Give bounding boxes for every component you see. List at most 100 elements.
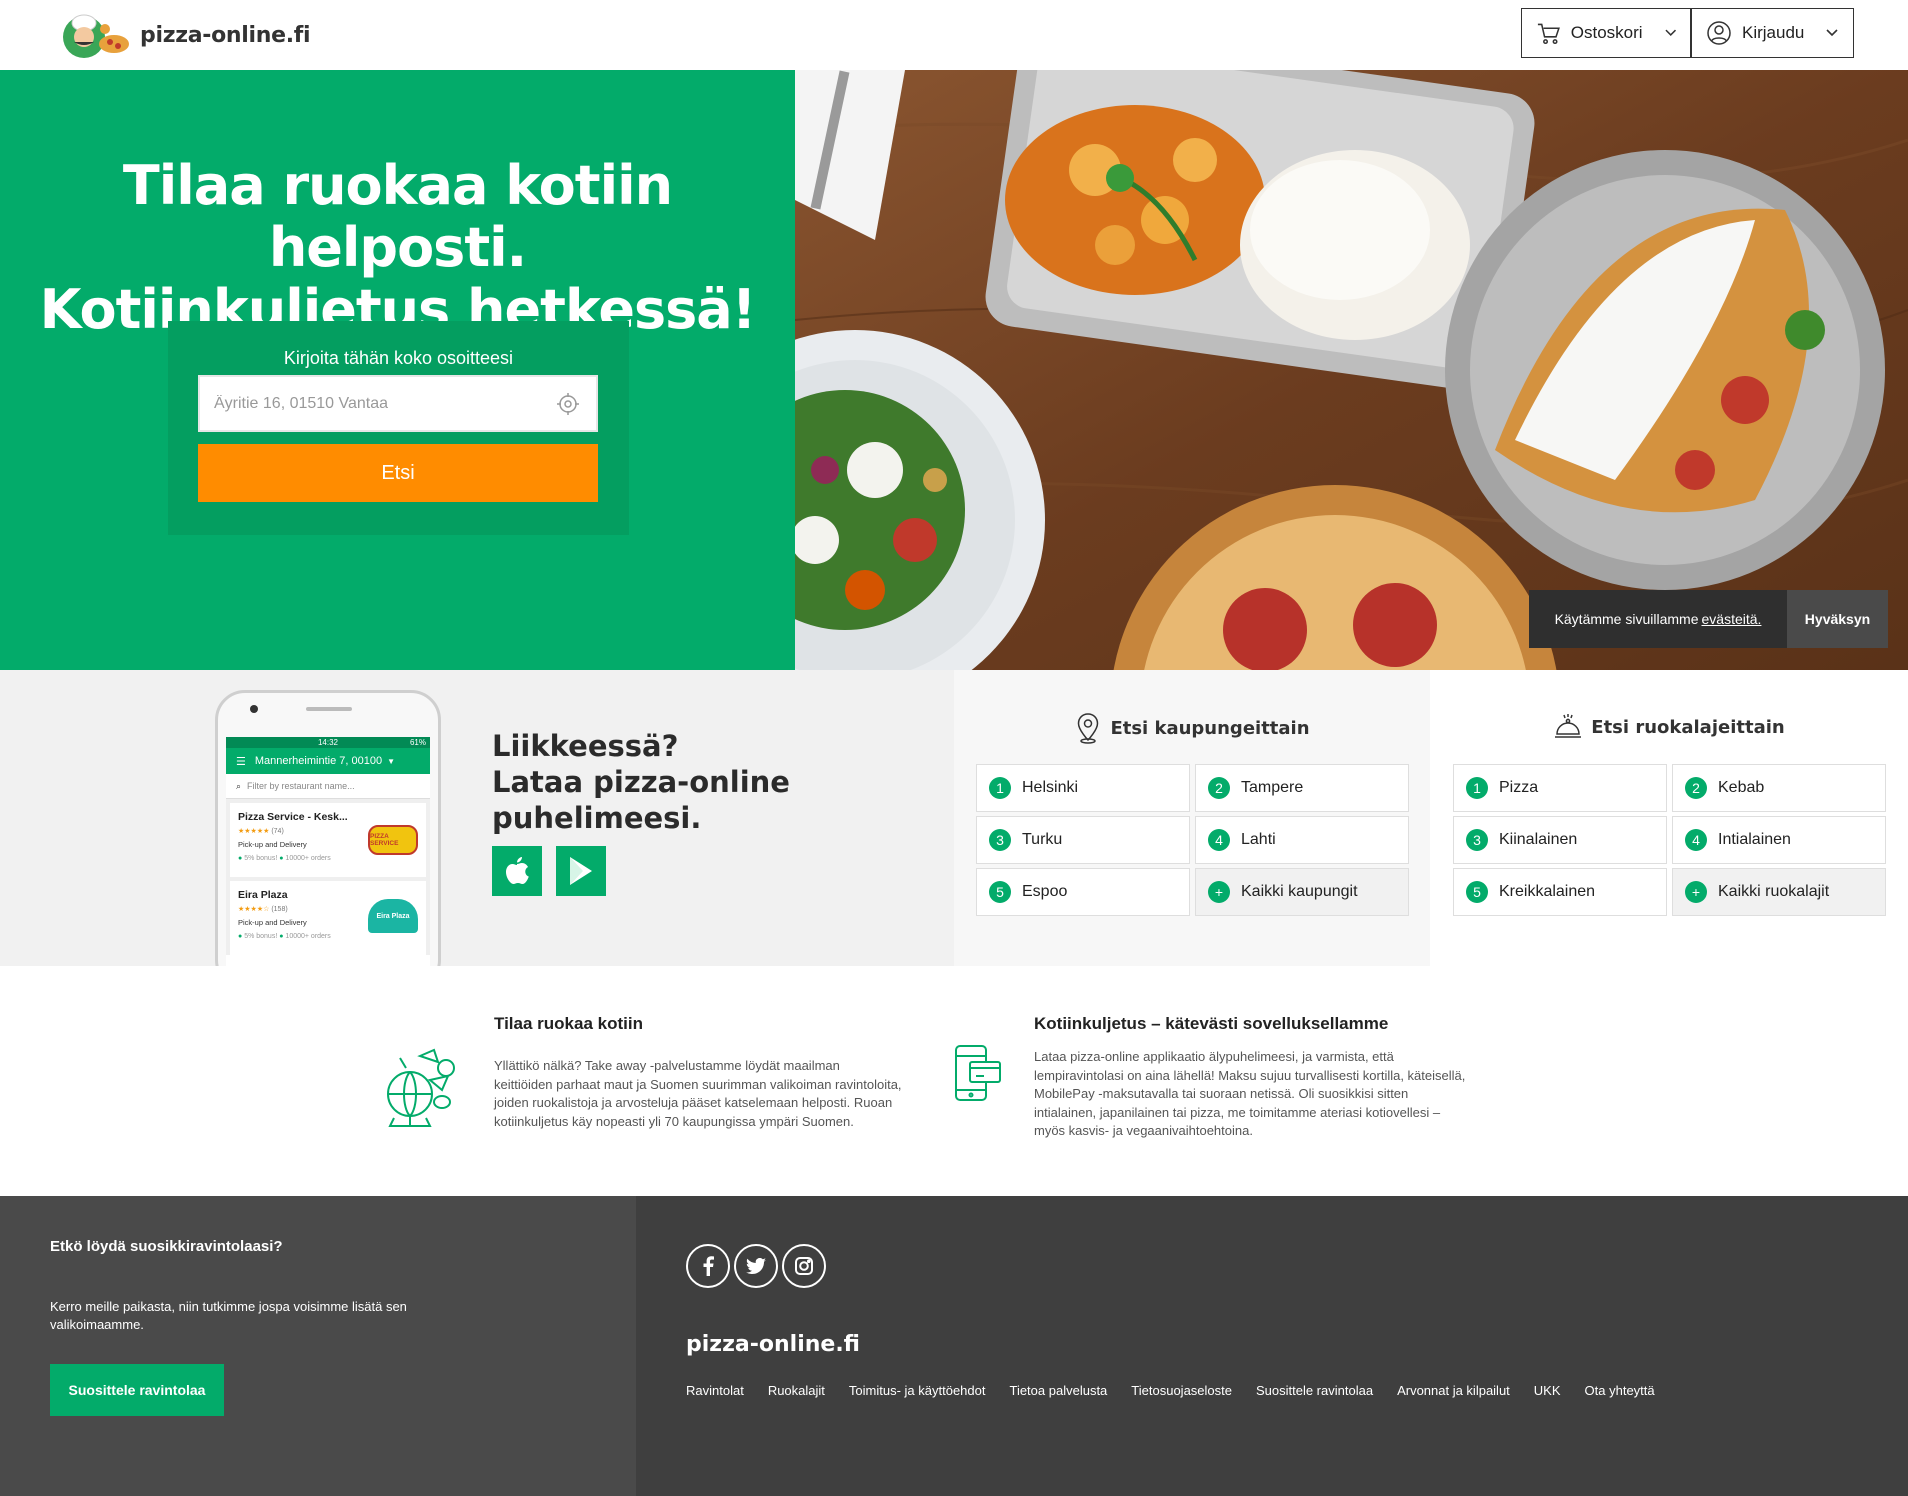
address-input[interactable] — [198, 375, 598, 432]
hero-panel: Tilaa ruokaa kotiin helposti. Kotiinkulj… — [0, 70, 795, 670]
info-section: Tilaa ruokaa kotiin Yllättikö nälkä? Tak… — [0, 966, 1908, 1196]
city-item-helsinki[interactable]: 1 Helsinki — [976, 764, 1190, 812]
rank-badge: 3 — [1466, 829, 1488, 851]
cookie-notice: Käytämme sivuillamme evästeitä. — [1529, 590, 1787, 648]
chevron-down-icon — [1826, 29, 1838, 37]
cuisine-label: Kebab — [1718, 779, 1765, 796]
footer-link-terms[interactable]: Toimitus- ja käyttöehdot — [849, 1383, 986, 1398]
footer-link-contact[interactable]: Ota yhteyttä — [1585, 1383, 1655, 1398]
instagram-button[interactable] — [782, 1244, 826, 1288]
app-promo: 14:32 61% ☰ Mannerheimintie 7, 00100 ▼ ⌕… — [0, 670, 954, 966]
phone-battery: 61% — [409, 738, 426, 747]
restaurant-logo: PIZZA SERVICE — [368, 825, 418, 855]
cuisine-item-pizza[interactable]: 1 Pizza — [1453, 764, 1667, 812]
city-grid: 1 Helsinki 2 Tampere 3 Turku 4 Lahti 5 Espoo … — [976, 764, 1409, 916]
cuisine-item-indian[interactable]: 4 Intialainen — [1672, 816, 1886, 864]
footer-link-contests[interactable]: Arvonnat ja kilpailut — [1397, 1383, 1510, 1398]
cookie-accept-button[interactable]: Hyväksyn — [1787, 590, 1888, 648]
info-line: joiden ruokalistoja ja arvosteluja pääse… — [494, 1095, 893, 1110]
footer-link-about[interactable]: Tietoa palvelusta — [1009, 1383, 1107, 1398]
city-panel-title: Etsi kaupungeittain — [954, 712, 1430, 744]
chevron-down-icon — [1664, 29, 1676, 36]
city-label: Turku — [1022, 831, 1063, 848]
cuisine-label: Kreikkalainen — [1499, 883, 1596, 900]
info-text-app: Lataa pizza-online applikaatio älypuheli… — [1034, 1048, 1465, 1141]
rank-badge: 4 — [1208, 829, 1230, 851]
suggest-title: Etkö löydä suosikkiravintolaasi? — [50, 1238, 283, 1255]
cookie-text: Käytämme sivuillamme — [1554, 611, 1699, 627]
info-line: Lataa pizza-online applikaatio älypuheli… — [1034, 1049, 1394, 1064]
footer-link-cuisines[interactable]: Ruokalajit — [768, 1383, 825, 1398]
restaurant-meta: ● 5% bonus! ● 10000+ orders — [238, 933, 331, 940]
chef-logo-icon — [58, 10, 134, 60]
cookie-link[interactable]: evästeitä. — [1702, 611, 1762, 627]
cuisine-item-chinese[interactable]: 3 Kiinalainen — [1453, 816, 1667, 864]
city-item-lahti[interactable]: 4 Lahti — [1195, 816, 1409, 864]
cuisine-panel-title-text: Etsi ruokalajeittain — [1591, 716, 1785, 738]
hero-title-line: Tilaa ruokaa kotiin helposti. — [122, 154, 673, 279]
search-label: Kirjoita tähän koko osoitteesi — [283, 348, 514, 368]
cuisine-search-panel: Etsi ruokalajeittain 1 Pizza 2 Kebab 3 Kiin… — [1430, 670, 1908, 966]
food-cloche-icon — [1555, 714, 1582, 738]
review-count: (74) — [271, 828, 284, 835]
login-button[interactable]: Kirjaudu — [1691, 8, 1854, 58]
phone-status-bar: 14:32 61% — [226, 737, 430, 748]
city-item-all[interactable]: + Kaikki kaupungit — [1195, 868, 1409, 916]
city-item-espoo[interactable]: 5 Espoo — [976, 868, 1190, 916]
cart-button[interactable]: Ostoskori — [1521, 8, 1691, 58]
info-line: keittiöiden parhaat maut ja Suomen suuri… — [494, 1076, 902, 1092]
info-title-order: Tilaa ruokaa kotiin — [494, 1014, 643, 1033]
apple-icon — [506, 857, 529, 884]
bonus-text: 5% bonus! — [244, 933, 278, 940]
footer-link-suggest[interactable]: Suosittele ravintolaa — [1256, 1383, 1373, 1398]
rank-badge: 2 — [1685, 777, 1707, 799]
cart-icon — [1537, 23, 1560, 45]
address-search-box: Kirjoita tähän koko osoitteesi Etsi — [168, 321, 629, 535]
city-item-tampere[interactable]: 2 Tampere — [1195, 764, 1409, 812]
cuisine-item-all[interactable]: + Kaikki ruokalajit — [1672, 868, 1886, 916]
mobile-payment-icon — [955, 1045, 1001, 1101]
phone-restaurant-card: Eira Plaza ★★★★☆ (158) Pick-up and Deliv… — [230, 881, 426, 955]
footer-links: Ravintolat Ruokalajit Toimitus- ja käytt… — [686, 1383, 1679, 1398]
city-panel-title-text: Etsi kaupungeittain — [1110, 717, 1310, 739]
user-icon — [1707, 21, 1731, 45]
rank-badge: 3 — [989, 829, 1011, 851]
app-promo-line: puhelimeesi. — [492, 801, 702, 835]
phone-filter-placeholder: Filter by restaurant name... — [247, 781, 355, 791]
hero-title: Tilaa ruokaa kotiin helposti. Kotiinkulj… — [0, 155, 795, 341]
info-line: Yllättikö nälkä? Take away -palvelustamm… — [494, 1058, 840, 1073]
orders-text: 10000+ orders — [285, 933, 331, 940]
rank-badge: 5 — [1466, 881, 1488, 903]
rating-stars: ★★★★☆ (158) — [238, 906, 288, 913]
app-promo-title: Liikkeessä? Lataa pizza-online puhelimee… — [492, 728, 790, 836]
site-logo[interactable]: pizza-online.fi — [58, 10, 311, 60]
suggest-restaurant-button[interactable]: Suosittele ravintolaa — [50, 1364, 224, 1416]
search-button[interactable]: Etsi — [198, 444, 598, 502]
hero-food-image — [795, 70, 1908, 670]
footer-link-restaurants[interactable]: Ravintolat — [686, 1383, 744, 1398]
app-store-button[interactable] — [492, 846, 542, 896]
google-play-button[interactable] — [556, 846, 606, 896]
info-line: MobilePay -maksutavalla tai suoraan neti… — [1034, 1086, 1409, 1101]
city-item-turku[interactable]: 3 Turku — [976, 816, 1190, 864]
cuisine-grid: 1 Pizza 2 Kebab 3 Kiinalainen 4 Intialainen … — [1453, 764, 1886, 916]
twitter-button[interactable] — [734, 1244, 778, 1288]
phone-address: Mannerheimintie 7, 00100 — [254, 755, 383, 767]
app-promo-line: Liikkeessä? — [492, 729, 679, 763]
locate-me-icon[interactable] — [556, 392, 580, 416]
twitter-icon — [746, 1258, 766, 1274]
login-label: Kirjaudu — [1742, 23, 1805, 42]
instagram-icon — [795, 1257, 813, 1275]
facebook-button[interactable] — [686, 1244, 730, 1288]
info-text-order: Yllättikö nälkä? Take away -palvelustamm… — [494, 1057, 902, 1131]
footer-link-faq[interactable]: UKK — [1534, 1383, 1561, 1398]
city-label: Kaikki kaupungit — [1241, 883, 1358, 900]
info-line: myös kasvis- ja vegaanivaihtoehtoina. — [1034, 1123, 1253, 1138]
bonus-text: 5% bonus! — [244, 855, 278, 862]
cuisine-item-kebab[interactable]: 2 Kebab — [1672, 764, 1886, 812]
footer-link-privacy[interactable]: Tietosuojaseloste — [1131, 1383, 1232, 1398]
page: pizza-online.fi Ostoskori Kirjaudu Tilaa… — [0, 0, 1908, 1496]
menu-icon: ☰ — [236, 755, 246, 768]
cuisine-item-greek[interactable]: 5 Kreikkalainen — [1453, 868, 1667, 916]
phone-screen: 14:32 61% ☰ Mannerheimintie 7, 00100 ▼ ⌕… — [226, 737, 430, 966]
